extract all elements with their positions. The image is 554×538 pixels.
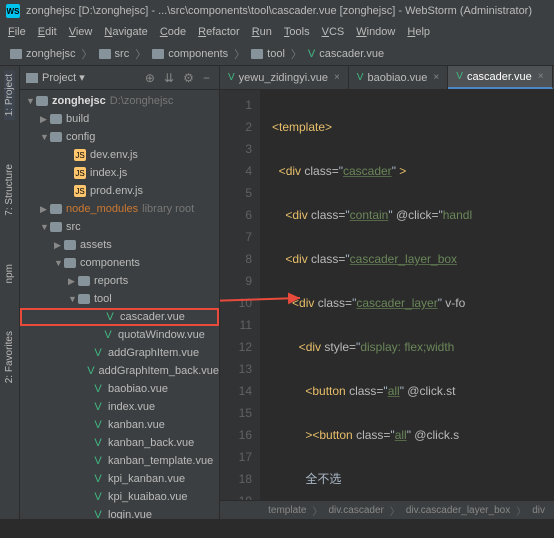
tree-item[interactable]: ▶reports	[20, 272, 219, 290]
breadcrumb-item[interactable]: components	[148, 48, 232, 60]
tree-item[interactable]: Vindex.vue	[20, 398, 219, 416]
menu-view[interactable]: View	[63, 26, 99, 38]
menu-edit[interactable]: Edit	[32, 26, 63, 38]
navigation-bar: zonghejsc〉src〉components〉tool〉Vcascader.…	[0, 42, 554, 66]
structure-crumb[interactable]: div	[529, 505, 548, 516]
structure-crumb[interactable]: template	[265, 505, 309, 516]
scroll-from-source-icon[interactable]: ⊕	[142, 71, 158, 85]
editor-tab[interactable]: Vbaobiao.vue×	[349, 66, 448, 89]
collapse-all-icon[interactable]: ⇊	[161, 71, 177, 85]
tool-tab[interactable]: 7: Structure	[4, 160, 15, 220]
menu-tools[interactable]: Tools	[278, 26, 316, 38]
editor: Vyewu_zidingyi.vue×Vbaobiao.vue×Vcascade…	[220, 66, 554, 519]
tree-item[interactable]: ▶node_moduleslibrary root	[20, 200, 219, 218]
tree-item[interactable]: ▼tool	[20, 290, 219, 308]
tree-item[interactable]: JSprod.env.js	[20, 182, 219, 200]
tree-item[interactable]: ▼components	[20, 254, 219, 272]
close-icon[interactable]: ×	[334, 72, 340, 83]
tree-item[interactable]: Vlogin.vue	[20, 506, 219, 519]
tree-item[interactable]: ▶build	[20, 110, 219, 128]
editor-tab[interactable]: Vcascader.vue×	[448, 66, 552, 89]
tree-item[interactable]: Vkanban_template.vue	[20, 452, 219, 470]
breadcrumb-item[interactable]: Vcascader.vue	[304, 48, 388, 60]
settings-gear-icon[interactable]: ⚙	[180, 71, 197, 85]
line-gutter: 123456789101112131415161718192021	[220, 90, 260, 500]
project-dropdown[interactable]: Project ▾	[42, 71, 142, 84]
project-tree[interactable]: ▼zonghejscD:\zonghejsc▶build▼configJSdev…	[20, 90, 219, 519]
tree-item[interactable]: ▼src	[20, 218, 219, 236]
close-icon[interactable]: ×	[538, 71, 544, 82]
menu-file[interactable]: File	[2, 26, 32, 38]
tree-item[interactable]: Vkanban_back.vue	[20, 434, 219, 452]
menu-window[interactable]: Window	[350, 26, 401, 38]
tree-item[interactable]: Vbaobiao.vue	[20, 380, 219, 398]
tree-item[interactable]: VaddGraphItem_back.vue	[20, 362, 219, 380]
code-content[interactable]: <template> <div class="cascader" > <div …	[260, 90, 554, 500]
structure-crumb[interactable]: div.cascader	[325, 505, 386, 516]
tree-item[interactable]: ▼zonghejscD:\zonghejsc	[20, 92, 219, 110]
tool-window-stripe: 1: Project 7: Structure npm 2: Favorites	[0, 66, 20, 519]
tree-item[interactable]: ▶assets	[20, 236, 219, 254]
tree-item[interactable]: Vkanban.vue	[20, 416, 219, 434]
tree-item[interactable]: VaddGraphItem.vue	[20, 344, 219, 362]
tree-item[interactable]: JSdev.env.js	[20, 146, 219, 164]
window-title: zonghejsc [D:\zonghejsc] - ...\src\compo…	[26, 5, 532, 17]
menu-run[interactable]: Run	[246, 26, 278, 38]
breadcrumb-item[interactable]: zonghejsc	[6, 48, 80, 60]
menu-refactor[interactable]: Refactor	[192, 26, 246, 38]
structure-crumb[interactable]: div.cascader_layer_box	[403, 505, 513, 516]
tool-tab[interactable]: 2: Favorites	[4, 327, 15, 387]
tree-item[interactable]: Vkpi_kuaibao.vue	[20, 488, 219, 506]
tool-tab[interactable]: 1: Project	[4, 70, 15, 120]
tree-item[interactable]: Vcascader.vue	[20, 308, 219, 326]
menu-vcs[interactable]: VCS	[316, 26, 351, 38]
title-bar: WS zonghejsc [D:\zonghejsc] - ...\src\co…	[0, 0, 554, 22]
tree-item[interactable]: ▼config	[20, 128, 219, 146]
project-panel-header: Project ▾ ⊕ ⇊ ⚙ −	[20, 66, 219, 90]
close-icon[interactable]: ×	[433, 72, 439, 83]
tree-item[interactable]: Vkpi_kanban.vue	[20, 470, 219, 488]
menu-bar: FileEditViewNavigateCodeRefactorRunTools…	[0, 22, 554, 42]
menu-code[interactable]: Code	[154, 26, 192, 38]
tool-tab[interactable]: npm	[4, 260, 15, 287]
editor-tab[interactable]: Vyewu_zidingyi.vue×	[220, 66, 349, 89]
project-panel: Project ▾ ⊕ ⇊ ⚙ − ▼zonghejscD:\zonghejsc…	[20, 66, 220, 519]
editor-tabs: Vyewu_zidingyi.vue×Vbaobiao.vue×Vcascade…	[220, 66, 554, 90]
tree-item[interactable]: JSindex.js	[20, 164, 219, 182]
hide-panel-icon[interactable]: −	[200, 71, 213, 85]
menu-navigate[interactable]: Navigate	[98, 26, 153, 38]
breadcrumb-item[interactable]: tool	[247, 48, 289, 60]
tree-item[interactable]: VquotaWindow.vue	[20, 326, 219, 344]
folder-icon	[26, 73, 38, 83]
webstorm-icon: WS	[6, 4, 20, 18]
breadcrumb-item[interactable]: src	[95, 48, 134, 60]
structure-breadcrumb[interactable]: template〉div.cascader〉div.cascader_layer…	[220, 500, 554, 519]
menu-help[interactable]: Help	[401, 26, 436, 38]
code-area[interactable]: 123456789101112131415161718192021 <templ…	[220, 90, 554, 500]
